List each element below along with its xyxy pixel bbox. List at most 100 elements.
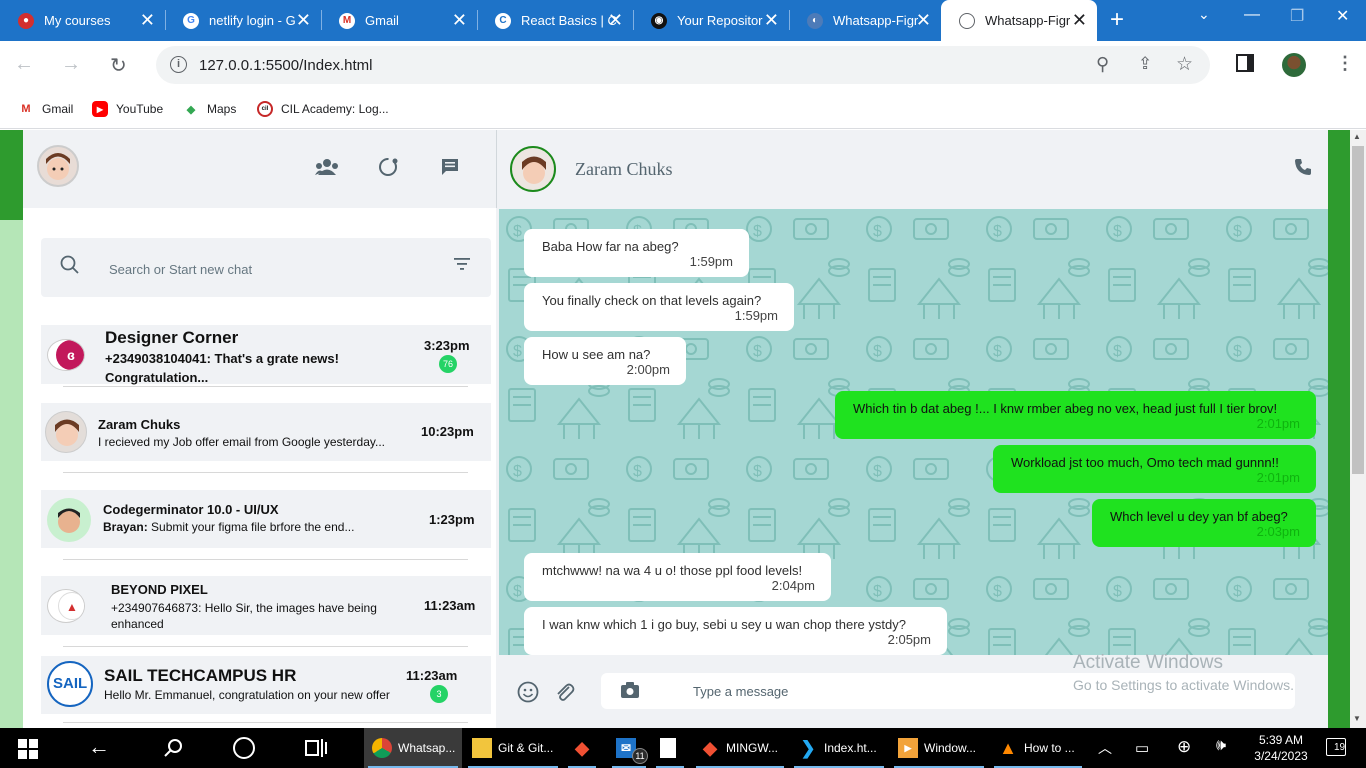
figma-icon: ◐ [807,12,823,29]
taskbar-item-mail[interactable]: ✉ 11 [608,728,650,768]
back-arrow-icon[interactable]: ← [88,734,110,760]
address-bar[interactable]: i 127.0.0.1:5500/Index.html ⚲ ⇪ ☆ [156,46,1210,84]
close-icon[interactable]: ✕ [764,10,779,30]
contact-name[interactable]: Zaram Chuks [575,159,672,180]
message-text: You finally check on that levels again? [542,293,762,308]
taskbar-label: Whatsap... [398,741,456,755]
close-icon[interactable]: ✕ [296,10,311,30]
profile-avatar[interactable] [1282,53,1306,77]
maximize-button[interactable]: ❐ [1290,6,1304,26]
close-icon[interactable]: ✕ [608,10,623,30]
chat-avatar: ▲ [47,589,85,623]
bookmark-star-icon[interactable]: ☆ [1176,53,1193,76]
chat-preview: I recieved my Job offer email from Googl… [98,435,386,449]
contact-avatar[interactable] [510,146,556,192]
url-text[interactable]: 127.0.0.1:5500/Index.html [199,57,372,74]
attach-icon[interactable] [553,681,575,703]
volume-icon[interactable]: 🕪 [1216,737,1226,755]
browser-toolbar: ← → ↻ i 127.0.0.1:5500/Index.html ⚲ ⇪ ☆ … [0,41,1366,89]
zoom-icon[interactable]: ⚲ [1096,54,1109,75]
tab-whatsapp-figma[interactable]: ◐ Whatsapp-Figr ✕ [789,0,941,41]
scroll-down-icon[interactable]: ▼ [1353,714,1361,723]
share-icon[interactable]: ⇪ [1138,54,1152,74]
phone-icon[interactable] [1294,158,1312,176]
close-icon[interactable]: ✕ [452,10,467,30]
window-close-button[interactable]: ✕ [1336,6,1349,26]
emoji-icon[interactable] [517,681,539,703]
chrome-icon [372,738,392,758]
taskbar-item-chrome[interactable]: Whatsap... [364,728,462,768]
divider [63,472,468,473]
designer-corner-logo-icon: ɞ [56,340,84,370]
taskbar-item-document[interactable] [652,728,688,768]
camera-icon[interactable] [620,681,640,699]
chat-item-designer-corner[interactable]: ɞ Designer Corner +2349038104041: That's… [41,325,491,385]
unread-badge: 76 [439,355,457,373]
network-globe-icon[interactable]: ⊕ [1177,737,1191,757]
search-bar[interactable]: Search or Start new chat [41,238,491,297]
minimize-button[interactable]: — [1244,6,1260,24]
filter-icon[interactable] [454,257,470,271]
message-incoming: You finally check on that levels again? … [524,283,794,331]
close-icon[interactable]: ✕ [916,10,931,30]
status-icon[interactable] [378,157,398,177]
scrollbar-thumb[interactable] [1352,146,1364,474]
memoji-avatar-icon [58,508,80,533]
folder-icon [472,738,492,758]
reload-icon[interactable]: ↻ [110,53,127,78]
close-icon[interactable]: ✕ [140,10,155,30]
menu-icon[interactable]: ⋮ [1336,53,1354,74]
task-view-icon[interactable] [305,738,327,758]
page-scrollbar[interactable]: ▲ ▼ [1350,130,1366,728]
memoji-avatar-icon [46,153,70,180]
mingw-icon: ◆ [703,737,717,758]
tab-my-courses[interactable]: ● My courses ✕ [0,0,166,41]
chevron-up-icon[interactable]: ︿ [1098,738,1112,758]
message-outgoing: Which tin b dat abeg !... I knw rmber ab… [835,391,1316,439]
chat-item-zaram-chuks[interactable]: Zaram Chuks I recieved my Job offer emai… [41,403,491,461]
tab-netlify-login[interactable]: G netlify login - G ✕ [165,0,322,41]
tab-react-basics[interactable]: C React Basics | C ✕ [477,0,634,41]
taskbar-item-git[interactable]: ◆ [564,728,600,768]
search-icon[interactable] [60,255,80,275]
bookmark-youtube[interactable]: ▶ YouTube [92,101,163,117]
tab-title: netlify login - G [209,13,296,28]
info-icon[interactable]: i [170,56,187,73]
search-input[interactable]: Search or Start new chat [109,262,252,277]
close-icon[interactable]: ✕ [1072,10,1087,30]
media-icon: ▶ [898,738,918,758]
bookmark-maps[interactable]: ◆ Maps [183,101,237,117]
battery-icon[interactable]: ▭ [1135,739,1149,757]
chat-item-sail-techcampus[interactable]: SAIL SAIL TECHCAMPUS HR Hello Mr. Emmanu… [41,656,491,714]
bookmarks-bar: M Gmail ▶ YouTube ◆ Maps cil CIL Academy… [0,89,1366,129]
notification-icon[interactable]: 19 [1326,738,1346,756]
community-icon[interactable] [315,158,339,176]
scroll-up-icon[interactable]: ▲ [1353,132,1361,141]
new-tab-button[interactable]: + [1110,6,1124,34]
taskbar-item-vlc[interactable]: ▲ How to ... [990,728,1086,768]
taskbar-item-mingw[interactable]: ◆ MINGW... [692,728,788,768]
taskbar-item-explorer[interactable]: Git & Git... [464,728,562,768]
bookmark-cil-academy[interactable]: cil CIL Academy: Log... [257,101,389,117]
chat-item-beyond-pixel[interactable]: ▲ BEYOND PIXEL +234907646873: Hello Sir,… [41,576,491,635]
clock[interactable]: 5:39 AM 3/24/2023 [1249,732,1313,764]
new-chat-icon[interactable] [440,157,460,177]
back-icon[interactable]: ← [14,53,34,76]
tab-github[interactable]: ◉ Your Repositor ✕ [633,0,790,41]
divider [63,386,468,387]
document-icon [660,738,676,758]
cortana-icon[interactable] [233,737,255,759]
tab-gmail[interactable]: M Gmail ✕ [321,0,478,41]
taskbar-item-media[interactable]: ▶ Window... [890,728,988,768]
taskbar-item-vscode[interactable]: ❯ Index.ht... [790,728,888,768]
tab-whatsapp-figma-active[interactable]: Whatsapp-Figr ✕ [941,0,1097,41]
chat-item-codegerminator[interactable]: Codegerminator 10.0 - UI/UX Brayan: Subm… [41,490,491,548]
user-avatar[interactable] [37,145,79,187]
bookmark-gmail[interactable]: M Gmail [18,101,73,117]
search-icon[interactable] [163,738,183,758]
side-panel-icon[interactable] [1236,54,1254,72]
forward-icon[interactable]: → [61,53,81,76]
tab-search-icon[interactable]: ⌄ [1198,6,1210,23]
message-placeholder[interactable]: Type a message [693,684,788,699]
windows-start-icon[interactable] [18,739,38,759]
